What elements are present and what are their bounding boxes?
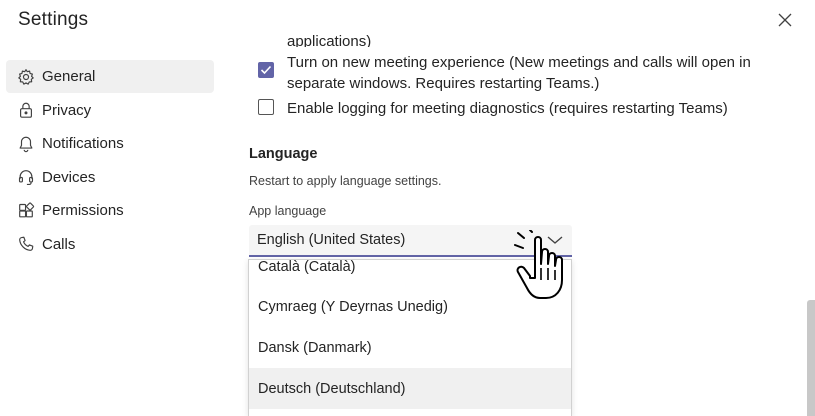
sidebar-item-label: Notifications [42, 135, 124, 152]
content-scrollbar[interactable] [807, 300, 815, 416]
sidebar-item-label: General [42, 68, 96, 85]
sidebar-item-notifications[interactable]: Notifications [6, 127, 214, 160]
bell-icon [16, 134, 36, 154]
option-meeting-diagnostics: Enable logging for meeting diagnostics (… [258, 98, 757, 119]
app-language-label: App language [249, 204, 327, 218]
settings-sidebar: General Privacy Notifications Devices Pe… [6, 60, 214, 261]
checkmark-icon [260, 65, 272, 75]
language-section-title: Language [249, 146, 318, 162]
clipped-option-text: applications) [287, 33, 372, 47]
option-label: Turn on new meeting experience (New meet… [287, 54, 751, 92]
lock-icon [16, 100, 36, 120]
option-new-meeting-experience: Turn on new meeting experience (New meet… [258, 52, 757, 94]
sidebar-item-label: Calls [42, 235, 76, 253]
sidebar-item-calls[interactable]: Calls [6, 228, 214, 261]
hand-pointer-cursor-icon [514, 230, 563, 299]
meeting-diagnostics-checkbox[interactable] [258, 99, 274, 115]
sidebar-item-privacy[interactable]: Privacy [6, 94, 214, 127]
settings-content: applications) Turn on new meeting experi… [248, 0, 778, 416]
language-description: Restart to apply language settings. [249, 174, 442, 188]
language-option-deutsch[interactable]: Deutsch (Deutschland) [249, 368, 571, 409]
sidebar-item-devices[interactable]: Devices [6, 161, 214, 194]
phone-icon [16, 234, 36, 254]
settings-title: Settings [18, 9, 89, 30]
headset-icon [16, 167, 36, 187]
gear-icon [16, 67, 36, 87]
sidebar-item-label: Privacy [42, 101, 92, 119]
sidebar-item-label: Devices [42, 168, 96, 186]
sidebar-item-label: Permissions [42, 202, 124, 219]
sidebar-item-general[interactable]: General [6, 60, 214, 93]
apps-icon [16, 201, 36, 221]
selected-language: English (United States) [257, 232, 406, 248]
sidebar-item-permissions[interactable]: Permissions [6, 194, 214, 227]
option-label: Enable logging for meeting diagnostics (… [287, 100, 728, 117]
language-option-dansk[interactable]: Dansk (Danmark) [249, 327, 571, 368]
new-meeting-checkbox[interactable] [258, 62, 274, 78]
close-icon [778, 13, 792, 27]
